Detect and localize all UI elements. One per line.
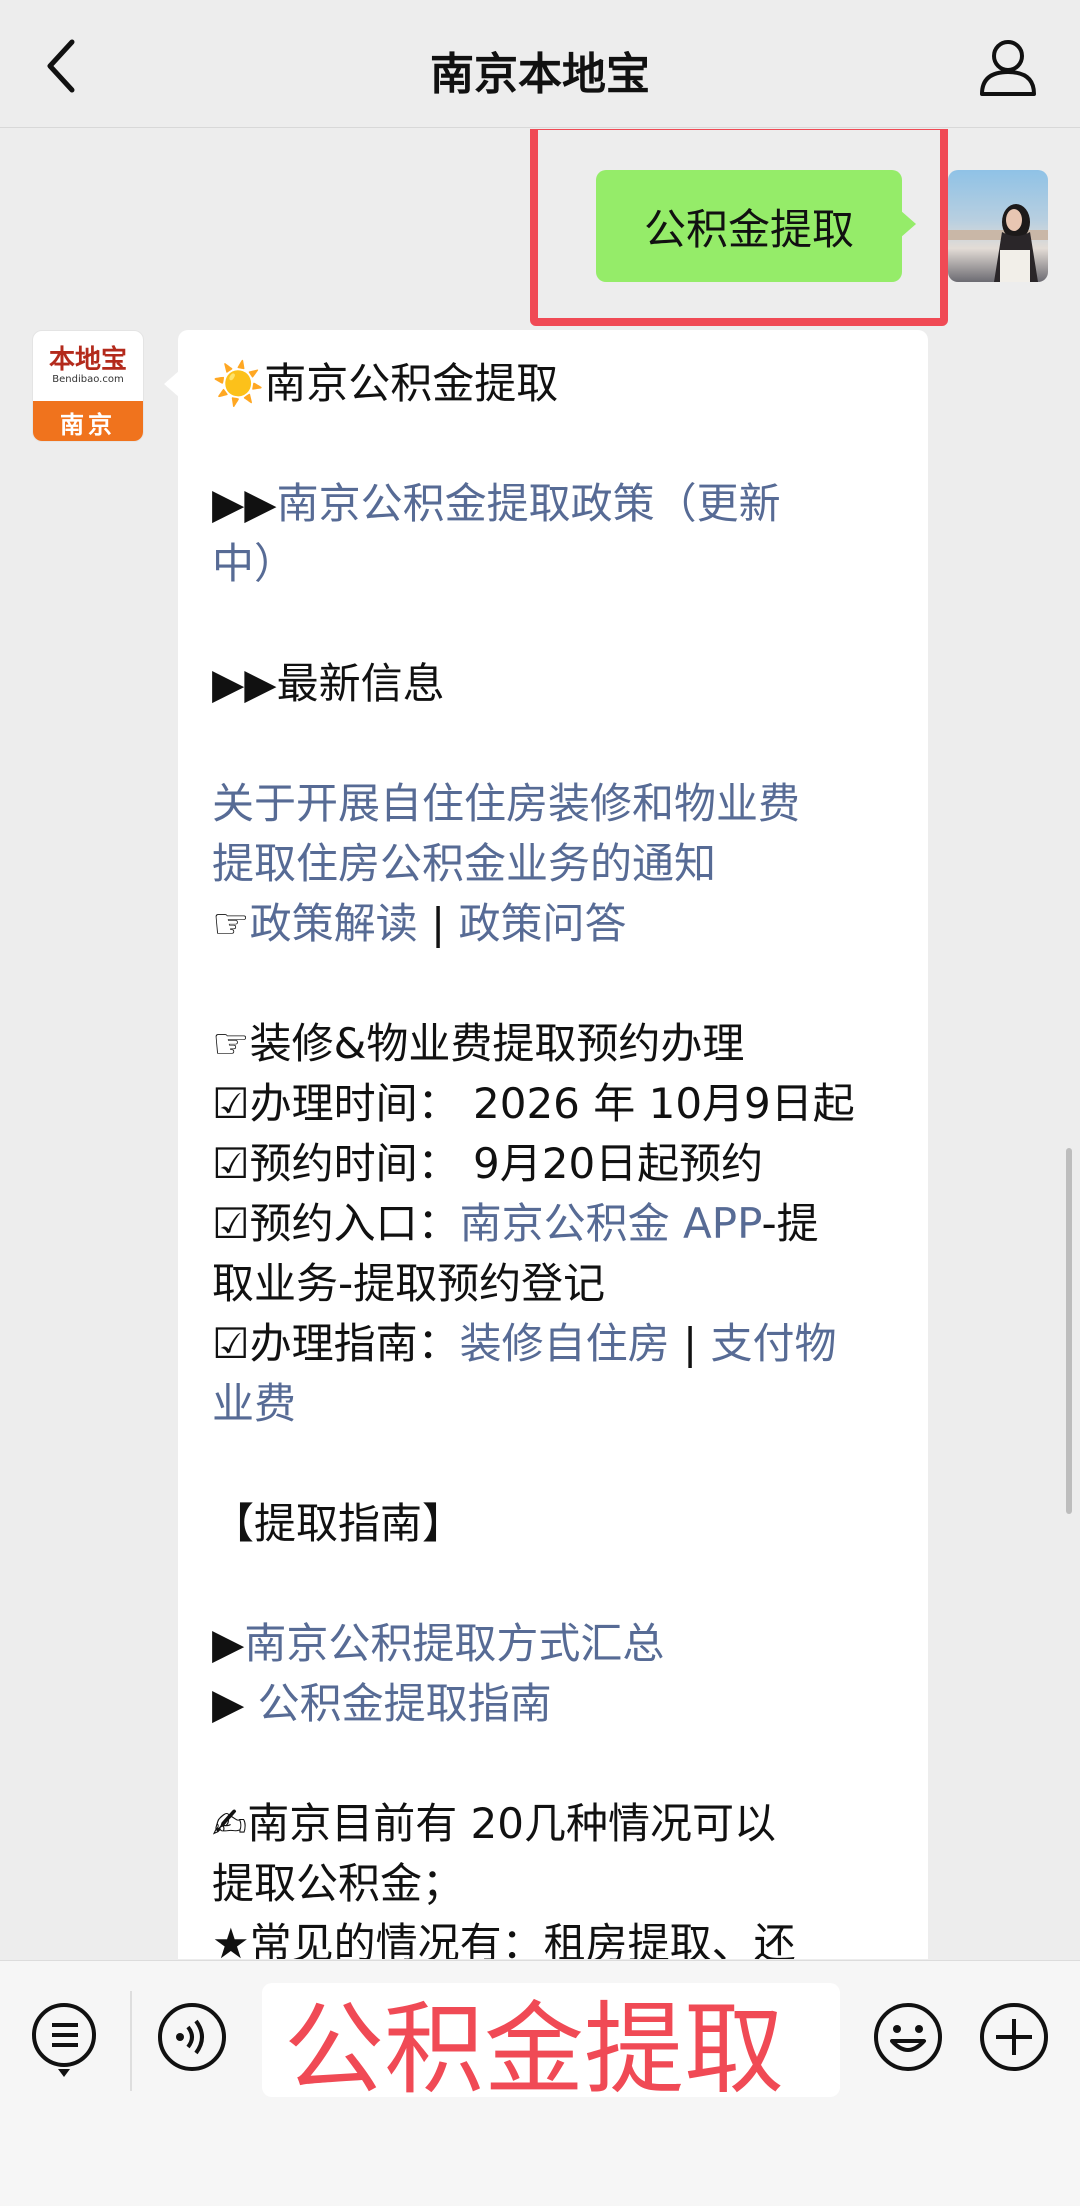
situation-line: ✍南京目前有 20几种情况可以 [212,1794,894,1854]
booking-title: 装修&物业费提取预约办理 [249,1019,745,1068]
guide-section-title: 【提取指南】 [212,1499,465,1548]
guide-label: 办理指南： [249,1319,460,1368]
book-time: 预约时间： 9月20日起预约 [249,1139,764,1188]
separator: | [669,1319,711,1368]
sun-icon: ☀️ [212,359,265,408]
extract-guide-line: ▶ 公积金提取指南 [212,1674,894,1734]
arrow-icon: ▶ [212,1619,245,1668]
latest-info-label: 最新信息 [276,659,445,708]
reply-title: 南京公积金提取 [264,359,559,408]
handle-time-line: ☑办理时间： 2026 年 10月9日起 [212,1074,894,1134]
double-arrow-icon: ▶▶ [212,479,277,528]
policy-link-cont[interactable]: 中） [212,534,894,594]
avatar-city: 南京 [33,401,143,441]
extract-guide-link[interactable]: 公积金提取指南 [258,1679,552,1728]
entry-tail: -提 [761,1199,819,1248]
notice-link[interactable]: 关于开展自住住房装修和物业费 [212,774,894,834]
entry-app-link[interactable]: 南京公积金 APP [460,1199,762,1248]
reply-title-line: ☀️南京公积金提取 [212,354,894,414]
chat-title: 南京本地宝 [430,49,650,100]
nav-header: 南京本地宝 [0,0,1080,128]
person-icon[interactable] [976,34,1040,98]
writing-hand-icon: ✍ [212,1799,248,1848]
situation-line-cont: 提取公积金； [212,1859,465,1908]
booking-title-line: ☞装修&物业费提取预约办理 [212,1014,894,1074]
qa-link[interactable]: 政策问答 [459,899,627,948]
voice-icon[interactable] [156,2001,228,2073]
checkbox-icon: ☑ [212,1139,250,1188]
renovation-guide-link[interactable]: 装修自住房 [460,1319,670,1368]
reply-message-bubble: ☀️南京公积金提取 ▶▶南京公积金提取政策（更新 中） ▶▶最新信息 关于开展自… [164,330,928,1959]
entry-label: 预约入口： [249,1199,460,1248]
latest-info-line: ▶▶最新信息 [212,654,894,714]
bendibao-avatar[interactable]: 本地宝 Bendibao.com 南京 [32,330,144,442]
input-bar: 公积金提取 [0,1960,1080,2206]
common-cases-line: ★常见的情况有：租房提取、还 [212,1919,796,1959]
checkbox-icon: ☑ [212,1199,250,1248]
methods-line: ▶南京公积提取方式汇总 [212,1614,894,1674]
entry-line: ☑预约入口：南京公积金 APP-提 [212,1194,894,1254]
notice-link-cont[interactable]: 提取住房公积金业务的通知 [212,834,894,894]
policy-link[interactable]: 南京公积金提取政策（更新 [277,479,781,528]
methods-link[interactable]: 南京公积提取方式汇总 [244,1619,664,1668]
property-fee-link[interactable]: 支付物 [711,1319,837,1368]
separator: | [417,899,459,948]
pointing-hand-icon: ☞ [212,899,250,948]
checkbox-icon: ☑ [212,1319,250,1368]
policy-line: ▶▶南京公积金提取政策（更新 [212,474,894,534]
checkbox-icon: ☑ [212,1079,250,1128]
property-fee-link-cont[interactable]: 业费 [212,1374,894,1434]
arrow-icon: ▶ [212,1679,258,1728]
situation-text: 南京目前有 20几种情况可以 [247,1799,776,1848]
sent-message-bubble[interactable]: 公积金提取 [596,170,916,282]
divider [130,1991,132,2091]
interpret-link[interactable]: 政策解读 [250,899,418,948]
plus-icon[interactable] [978,2001,1050,2073]
emoji-icon[interactable] [872,2001,944,2073]
book-time-line: ☑预约时间： 9月20日起预约 [212,1134,894,1194]
handle-time: 办理时间： 2026 年 10月9日起 [249,1079,855,1128]
guide-line: ☑办理指南：装修自住房 | 支付物 [212,1314,894,1374]
list-menu-icon[interactable] [28,2001,100,2077]
avatar-logo-sub: Bendibao.com [52,374,124,385]
pointing-hand-icon: ☞ [212,1019,250,1068]
scrollbar[interactable] [1066,1148,1072,1514]
avatar-logo-text: 本地宝 [48,345,127,375]
entry-line-cont: 取业务-提取预约登记 [212,1259,606,1308]
chat-area[interactable]: 公积金提取 本地宝 Bendibao.com 南京 ☀️南京公积金提取 ▶▶南京… [0,129,1080,1959]
message-input[interactable]: 公积金提取 [262,1983,840,2097]
user-avatar[interactable] [948,170,1048,282]
double-arrow-icon: ▶▶ [212,659,277,708]
interpret-line: ☞政策解读 | 政策问答 [212,894,894,954]
